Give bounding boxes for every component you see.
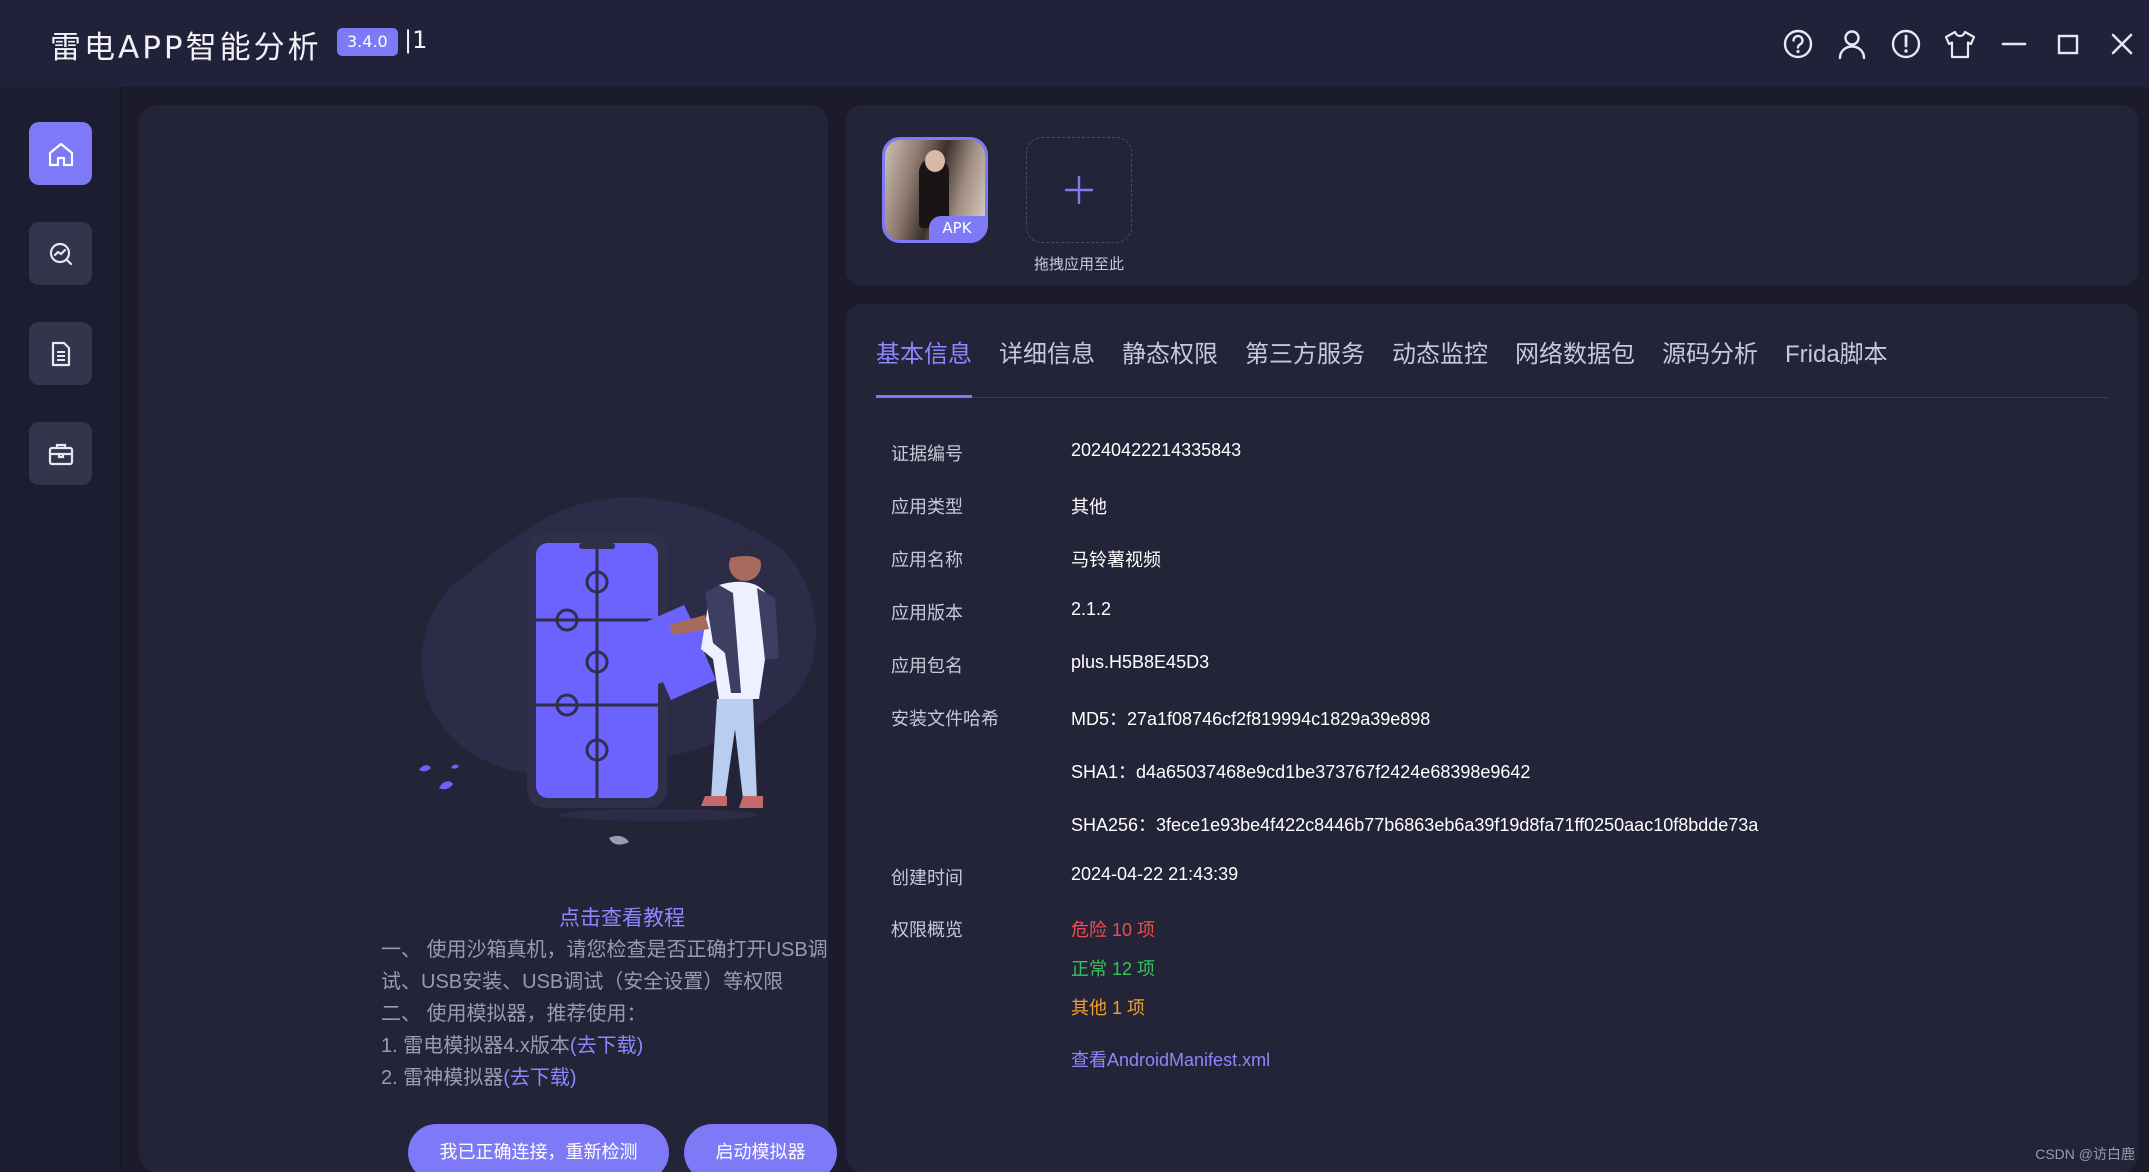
sidebar-item-analysis[interactable] [29,222,92,285]
watermark: CSDN @访白鹿 [2035,1146,2135,1162]
md5-value: MD5：27a1f08746cf2f819994c1829a39e898 [1071,709,1431,729]
title-bar: 雷电APP智能分析 3.4.0 |1 [0,0,2149,87]
app-type-label: 应用类型 [891,497,963,517]
evidence-id-value: 20240422214335843 [1071,440,1242,460]
view-manifest-link[interactable]: 查看AndroidManifest.xml [1071,1046,1270,1072]
close-icon[interactable] [2095,22,2149,66]
plus-icon [1064,175,1094,205]
created-time-label: 创建时间 [891,868,963,888]
sha1-value: SHA1：d4a65037468e9cd1be373767f2424e68398… [1071,762,1531,782]
app-name-value: 马铃薯视频 [1071,550,1161,570]
tab-static-permissions[interactable]: 静态权限 [1122,332,1218,398]
tab-source-analysis[interactable]: 源码分析 [1662,332,1758,398]
alert-icon[interactable] [1879,22,1933,66]
connection-panel: 点击查看教程 一、 使用沙箱真机，请您检查是否正确打开USB调试、USB安装、U… [139,105,837,1172]
puzzle-illustration-icon [419,497,816,845]
app-version-value: 2.1.2 [1071,599,1112,619]
tab-network-packets[interactable]: 网络数据包 [1515,332,1635,398]
sidebar [0,87,121,1172]
home-icon [48,142,73,166]
drag-hint: 拖拽应用至此 [1033,256,1124,273]
tab-third-party-services[interactable]: 第三方服务 [1245,332,1365,398]
permission-danger-count: 危险 10 项 [1071,920,1156,940]
app-title: 雷电APP智能分析 [50,30,322,66]
apk-tag: APK [929,216,985,240]
tutorial-link[interactable]: 点击查看教程 [559,902,685,932]
connection-instructions: 一、 使用沙箱真机，请您检查是否正确打开USB调试、USB安装、USB调试（安全… [381,934,861,1094]
skin-icon[interactable] [1933,22,1987,66]
evidence-id-label: 证据编号 [891,444,963,464]
emulator-ldplayer-label: 1. 雷电模拟器4.x版本 [381,1035,570,1057]
tab-basic-info[interactable]: 基本信息 [876,332,972,398]
window-controls [1771,22,2149,66]
tab-detail-info[interactable]: 详细信息 [999,332,1095,398]
apk-app-tile[interactable]: APK [882,137,988,243]
add-app-dropzone[interactable] [1026,137,1132,243]
title-suffix: |1 [404,26,428,54]
emulator-leishen-label: 2. 雷神模拟器 [381,1067,504,1089]
maximize-icon[interactable] [2041,22,2095,66]
instruction-line-2: 二、 使用模拟器，推荐使用： [381,1003,647,1025]
info-tabs: 基本信息 详细信息 静态权限 第三方服务 动态监控 网络数据包 源码分析 Fri… [876,332,2108,398]
download-leishen-link[interactable]: (去下载) [503,1067,576,1089]
help-icon[interactable] [1771,22,1825,66]
sha256-value: SHA256：3fece1e93be4f422c8446b77b6863eb6a… [1071,815,1759,835]
start-emulator-button[interactable]: 启动模拟器 [684,1124,837,1172]
created-time-value: 2024-04-22 21:43:39 [1071,864,1239,884]
analysis-icon [49,242,72,265]
info-panel: 基本信息 详细信息 静态权限 第三方服务 动态监控 网络数据包 源码分析 Fri… [846,304,2138,1172]
file-hash-label: 安装文件哈希 [891,709,999,729]
tab-frida-script[interactable]: Frida脚本 [1785,332,1888,398]
toolbox-icon [48,443,73,465]
version-badge: 3.4.0 [337,28,398,56]
instruction-line-1: 一、 使用沙箱真机，请您检查是否正确打开USB调试、USB安装、USB调试（安全… [381,939,828,993]
sidebar-item-home[interactable] [29,122,92,185]
instruction-line-4: 2. 雷神模拟器(去下载) [381,1062,861,1094]
permission-overview-label: 权限概览 [891,920,963,940]
permission-other-count: 其他 1 项 [1071,998,1146,1018]
instruction-line-3: 1. 雷电模拟器4.x版本(去下载) [381,1030,861,1062]
report-icon [51,341,70,366]
app-type-value: 其他 [1071,497,1107,517]
package-name-value: plus.H5B8E45D3 [1071,652,1210,672]
tab-dynamic-monitor[interactable]: 动态监控 [1392,332,1488,398]
upload-panel: APK 拖拽应用至此 [846,105,2138,286]
permission-normal-count: 正常 12 项 [1071,959,1156,979]
minimize-icon[interactable] [1987,22,2041,66]
app-version-label: 应用版本 [891,603,963,623]
download-ldplayer-link[interactable]: (去下载) [570,1035,643,1057]
recheck-connection-button[interactable]: 我已正确连接，重新检测 [408,1124,669,1172]
app-name-label: 应用名称 [891,550,963,570]
package-name-label: 应用包名 [891,656,963,676]
sidebar-item-report[interactable] [29,322,92,385]
sidebar-item-toolbox[interactable] [29,422,92,485]
user-icon[interactable] [1825,22,1879,66]
